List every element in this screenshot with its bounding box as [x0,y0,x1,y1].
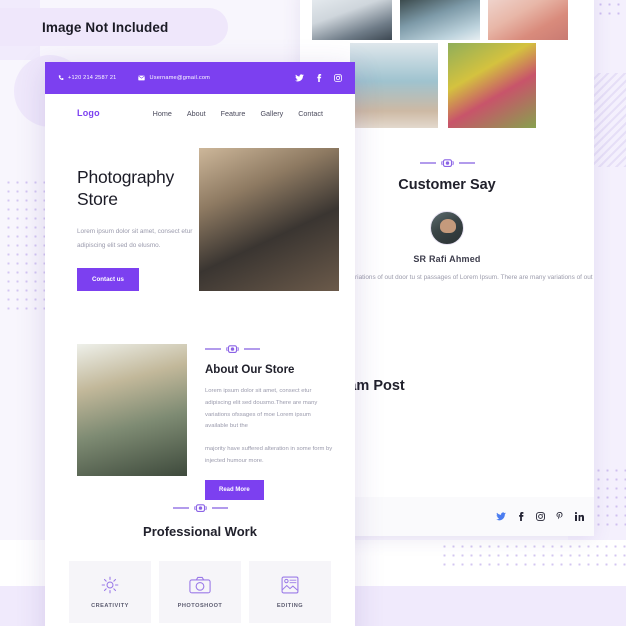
professional-ornament [45,503,355,513]
hero-title: Photography Store [77,166,195,211]
feature-card-editing[interactable]: EDITING [249,561,331,623]
topbar-social-icons [295,74,342,82]
about-copy: About Our Store Lorem ipsum dolor sit am… [187,344,355,500]
camera-ornament-icon [226,344,239,354]
ornament-line-right [244,348,260,350]
pinterest-icon[interactable] [556,512,564,521]
phone-icon [58,75,64,81]
nav-item-contact[interactable]: Contact [298,109,323,118]
topbar-email[interactable]: Username@gmail.com [138,75,210,81]
contact-topbar: +120 214 2587 21 Username@gmail.com [45,62,355,94]
twitter-icon[interactable] [496,512,506,521]
about-paragraph-2: majority have suffered alteration in som… [205,446,333,465]
camera-ornament-icon [440,158,454,168]
hero-body-text: Lorem ipsum dolor sit amet, consect etur… [77,227,193,249]
linkedin-icon[interactable] [575,512,584,521]
sun-icon [101,576,119,594]
about-heading: About Our Store [205,364,295,376]
front-email-panel: +120 214 2587 21 Username@gmail.com Logo… [45,62,355,626]
facebook-icon[interactable] [316,74,322,82]
photo-woman-walking-beach [350,43,438,128]
image-not-included-label: Image Not Included [42,19,169,35]
topbar-phone[interactable]: +120 214 2587 21 [58,75,116,81]
editing-icon [281,576,299,594]
photo-man-sitting-monument [312,0,392,40]
hero-section: Photography Store Lorem ipsum dolor sit … [45,132,355,304]
nav-item-feature[interactable]: Feature [221,109,246,118]
ornament-line-left [172,507,189,509]
photo-photographer-with-meerkat [77,344,187,476]
photo-woman-flower-crown [448,43,536,128]
hero-title-line-1: Photography [77,167,175,187]
footer-social-icons [496,512,584,521]
ornament-line-right [458,162,475,164]
camera-icon [189,576,211,594]
logo[interactable]: Logo [77,108,100,118]
hero-title-line-2: Store [77,189,118,210]
feature-card-label: CREATIVITY [91,602,129,609]
feature-card-creativity[interactable]: CREATIVITY [69,561,151,623]
navbar: Logo Home About Feature Gallery Contact [45,94,355,132]
email-address: Username@gmail.com [149,75,211,81]
nav-item-home[interactable]: Home [153,109,172,118]
dot-pattern-bottom [440,542,626,566]
top-photo-row [312,0,568,40]
image-not-included-banner: Image Not Included [0,8,228,46]
diagonal-stripe-pattern [590,73,626,167]
feature-card-label: PHOTOSHOOT [177,602,223,609]
professional-work-cards: CREATIVITY PHOTOSHOOT EDITING [45,561,355,623]
nav-item-gallery[interactable]: Gallery [260,109,283,118]
ornament-line-left [205,348,221,350]
avatar [430,211,464,245]
phone-number: +120 214 2587 21 [68,75,117,81]
read-more-button[interactable]: Read More [205,479,264,500]
mail-icon [138,75,146,81]
ornament-line-right [211,507,228,509]
feature-card-label: EDITING [276,602,304,609]
photo-man-in-blue-shirt [400,0,480,40]
photo-woman-holding-camera [199,148,339,291]
hero-copy: Photography Store Lorem ipsum dolor sit … [45,148,195,304]
feature-card-photoshoot[interactable]: PHOTOSHOOT [159,561,241,623]
about-paragraph-1: Lorem ipsum dolor sit amet, consect etur… [205,388,318,430]
ornament-line-left [419,162,436,164]
nav-links: Home About Feature Gallery Contact [153,109,323,118]
photo-woman-in-white-top [488,0,568,40]
contact-us-button[interactable]: Contact us [77,268,139,292]
mid-photo-row [350,43,536,128]
instagram-icon[interactable] [334,74,342,82]
professional-work-section: Professional Work CREATIVITY PHOTOSHOOT … [45,479,355,623]
dot-pattern-top-right [596,0,626,18]
camera-ornament-icon [193,503,207,513]
about-ornament [205,344,335,354]
professional-work-heading: Professional Work [143,524,257,539]
about-section: About Our Store Lorem ipsum dolor sit am… [45,304,355,500]
twitter-icon[interactable] [295,74,304,82]
instagram-icon[interactable] [536,512,545,521]
nav-item-about[interactable]: About [187,109,206,118]
facebook-icon[interactable] [517,512,525,521]
